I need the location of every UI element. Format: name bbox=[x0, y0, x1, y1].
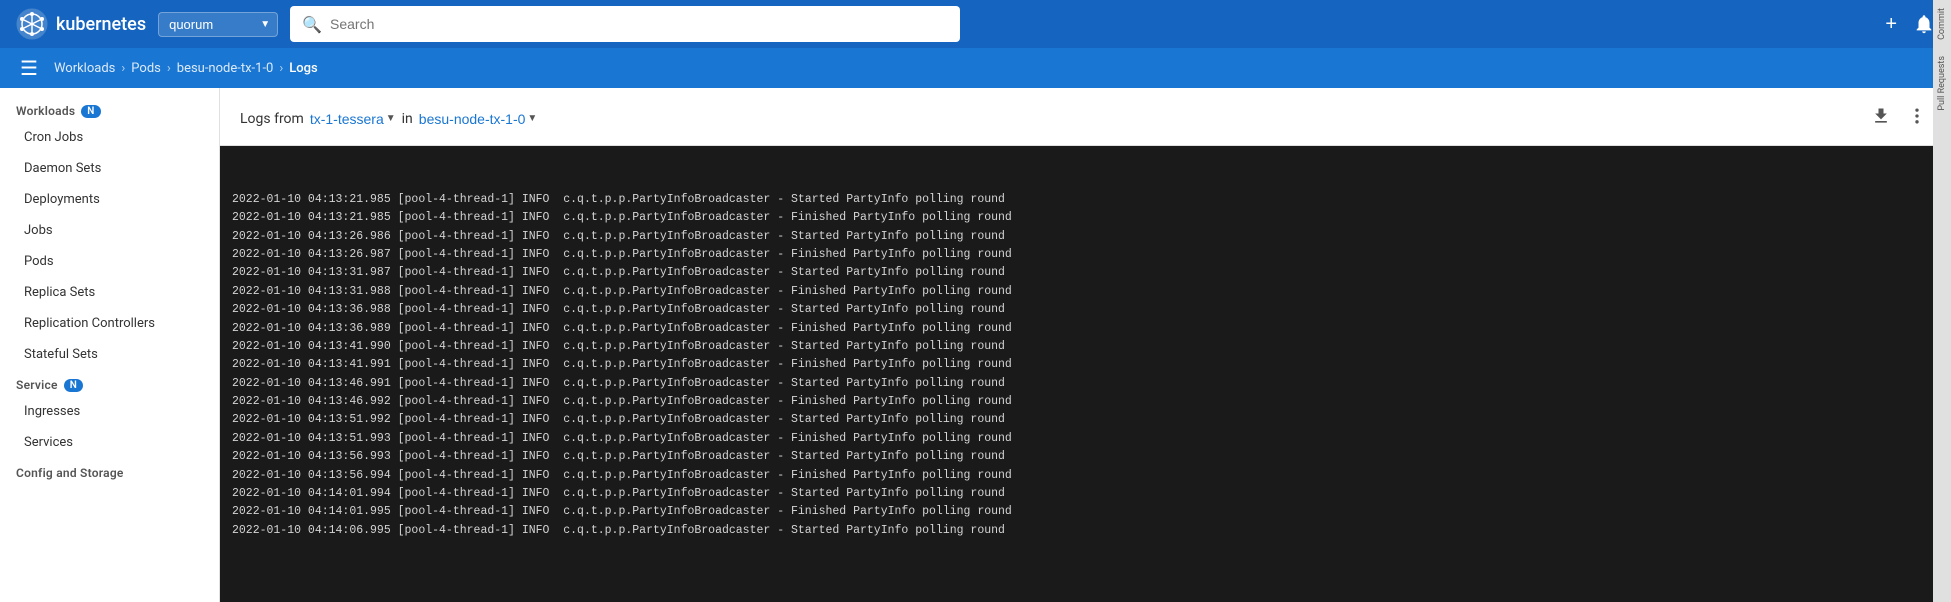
download-logs-button[interactable] bbox=[1867, 102, 1895, 135]
sidebar-item-replication-controllers-label: Replication Controllers bbox=[24, 316, 155, 331]
container-selector-chevron-icon: ▼ bbox=[386, 113, 396, 124]
add-button[interactable]: + bbox=[1885, 13, 1897, 36]
container-selector-value: tx-1-tessera bbox=[310, 111, 384, 127]
sidebar-item-services[interactable]: Services bbox=[0, 427, 219, 458]
log-line: 2022-01-10 04:13:46.991 [pool-4-thread-1… bbox=[232, 375, 1939, 393]
sidebar-item-deployments[interactable]: Deployments bbox=[0, 184, 219, 215]
cluster-selector-wrapper[interactable]: quorum ▼ bbox=[158, 12, 278, 37]
log-line: 2022-01-10 04:13:51.992 [pool-4-thread-1… bbox=[232, 411, 1939, 429]
breadcrumb: Workloads › Pods › besu-node-tx-1-0 › Lo… bbox=[54, 61, 318, 76]
log-line: 2022-01-10 04:13:21.985 [pool-4-thread-1… bbox=[232, 209, 1939, 227]
log-line: 2022-01-10 04:13:41.991 [pool-4-thread-1… bbox=[232, 356, 1939, 374]
pod-selector-value: besu-node-tx-1-0 bbox=[419, 111, 526, 127]
pod-selector-button[interactable]: besu-node-tx-1-0 ▼ bbox=[419, 111, 538, 127]
log-line: 2022-01-10 04:13:56.994 [pool-4-thread-1… bbox=[232, 467, 1939, 485]
cluster-selector[interactable]: quorum bbox=[158, 12, 278, 37]
sidebar-item-ingresses[interactable]: Ingresses bbox=[0, 396, 219, 427]
pod-selector-chevron-icon: ▼ bbox=[527, 113, 537, 124]
log-line: 2022-01-10 04:13:46.992 [pool-4-thread-1… bbox=[232, 393, 1939, 411]
sidebar-workloads-badge: N bbox=[81, 105, 100, 118]
log-output[interactable]: 2022-01-10 04:13:21.985 [pool-4-thread-1… bbox=[220, 146, 1951, 602]
breadcrumb-sep-1: › bbox=[121, 61, 125, 76]
main-area: Workloads N Cron Jobs Daemon Sets Deploy… bbox=[0, 88, 1951, 602]
sidebar-item-daemon-sets-label: Daemon Sets bbox=[24, 161, 101, 176]
sidebar-item-replica-sets-label: Replica Sets bbox=[24, 285, 95, 300]
container-selector-button[interactable]: tx-1-tessera ▼ bbox=[310, 111, 396, 127]
sidebar-item-cron-jobs[interactable]: Cron Jobs bbox=[0, 122, 219, 153]
sidebar-service-badge: N bbox=[64, 379, 83, 392]
sidebar-item-pods-label: Pods bbox=[24, 254, 54, 269]
sidebar: Workloads N Cron Jobs Daemon Sets Deploy… bbox=[0, 88, 220, 602]
app-name: kubernetes bbox=[56, 14, 146, 35]
log-line: 2022-01-10 04:13:21.985 [pool-4-thread-1… bbox=[232, 191, 1939, 209]
sidebar-item-pods[interactable]: Pods bbox=[0, 246, 219, 277]
sidebar-item-daemon-sets[interactable]: Daemon Sets bbox=[0, 153, 219, 184]
more-options-button[interactable] bbox=[1903, 102, 1931, 135]
content-panel: Logs from tx-1-tessera ▼ in besu-node-tx… bbox=[220, 88, 1951, 602]
top-nav: kubernetes quorum ▼ 🔍 + bbox=[0, 0, 1951, 48]
search-input[interactable] bbox=[330, 16, 948, 32]
search-bar[interactable]: 🔍 bbox=[290, 6, 960, 42]
sidebar-item-cron-jobs-label: Cron Jobs bbox=[24, 130, 83, 145]
sidebar-section-service: Service N bbox=[0, 370, 219, 396]
log-line: 2022-01-10 04:13:51.993 [pool-4-thread-1… bbox=[232, 430, 1939, 448]
kubernetes-logo-icon bbox=[16, 8, 48, 40]
right-panel-pull-requests[interactable]: Pull Requests bbox=[1934, 48, 1950, 119]
log-line: 2022-01-10 04:13:56.993 [pool-4-thread-1… bbox=[232, 448, 1939, 466]
breadcrumb-pod-name[interactable]: besu-node-tx-1-0 bbox=[177, 61, 274, 76]
log-line: 2022-01-10 04:13:41.990 [pool-4-thread-1… bbox=[232, 338, 1939, 356]
sidebar-section-config-storage: Config and Storage bbox=[0, 458, 219, 484]
log-line: 2022-01-10 04:13:26.987 [pool-4-thread-1… bbox=[232, 246, 1939, 264]
log-line: 2022-01-10 04:13:26.986 [pool-4-thread-1… bbox=[232, 228, 1939, 246]
breadcrumb-pods[interactable]: Pods bbox=[131, 61, 161, 76]
breadcrumb-current: Logs bbox=[289, 61, 317, 76]
sidebar-section-workloads-label: Workloads bbox=[16, 104, 75, 118]
logs-in-label: in bbox=[402, 111, 413, 127]
sidebar-item-ingresses-label: Ingresses bbox=[24, 404, 80, 419]
notification-bell-icon[interactable] bbox=[1913, 13, 1935, 35]
sidebar-item-jobs-label: Jobs bbox=[24, 223, 53, 238]
log-line: 2022-01-10 04:13:36.989 [pool-4-thread-1… bbox=[232, 320, 1939, 338]
breadcrumb-sep-3: › bbox=[279, 61, 283, 76]
sidebar-item-replication-controllers[interactable]: Replication Controllers bbox=[0, 308, 219, 339]
breadcrumb-sep-2: › bbox=[167, 61, 171, 76]
breadcrumb-workloads[interactable]: Workloads bbox=[54, 61, 115, 76]
logs-header-actions bbox=[1867, 102, 1931, 135]
sidebar-item-stateful-sets-label: Stateful Sets bbox=[24, 347, 98, 362]
logs-header: Logs from tx-1-tessera ▼ in besu-node-tx… bbox=[220, 88, 1951, 146]
nav-actions: + bbox=[1885, 13, 1935, 36]
right-panel-commit[interactable]: Commit bbox=[1934, 0, 1950, 48]
breadcrumb-bar: ☰ Workloads › Pods › besu-node-tx-1-0 › … bbox=[0, 48, 1951, 88]
right-side-panel: Commit Pull Requests bbox=[1933, 0, 1951, 602]
sidebar-section-service-label: Service bbox=[16, 378, 58, 392]
sidebar-item-services-label: Services bbox=[24, 435, 73, 450]
logo-area: kubernetes bbox=[16, 8, 146, 40]
sidebar-item-stateful-sets[interactable]: Stateful Sets bbox=[0, 339, 219, 370]
log-line: 2022-01-10 04:13:36.988 [pool-4-thread-1… bbox=[232, 301, 1939, 319]
sidebar-item-replica-sets[interactable]: Replica Sets bbox=[0, 277, 219, 308]
menu-icon[interactable]: ☰ bbox=[20, 56, 38, 80]
search-icon: 🔍 bbox=[302, 15, 322, 34]
logs-from-label: Logs from bbox=[240, 111, 304, 127]
log-line: 2022-01-10 04:14:06.995 [pool-4-thread-1… bbox=[232, 522, 1939, 540]
log-line: 2022-01-10 04:14:01.994 [pool-4-thread-1… bbox=[232, 485, 1939, 503]
sidebar-item-deployments-label: Deployments bbox=[24, 192, 100, 207]
log-line: 2022-01-10 04:14:01.995 [pool-4-thread-1… bbox=[232, 503, 1939, 521]
sidebar-section-workloads: Workloads N bbox=[0, 96, 219, 122]
sidebar-item-jobs[interactable]: Jobs bbox=[0, 215, 219, 246]
sidebar-section-config-storage-label: Config and Storage bbox=[16, 466, 124, 480]
log-line: 2022-01-10 04:13:31.987 [pool-4-thread-1… bbox=[232, 264, 1939, 282]
log-line: 2022-01-10 04:13:31.988 [pool-4-thread-1… bbox=[232, 283, 1939, 301]
